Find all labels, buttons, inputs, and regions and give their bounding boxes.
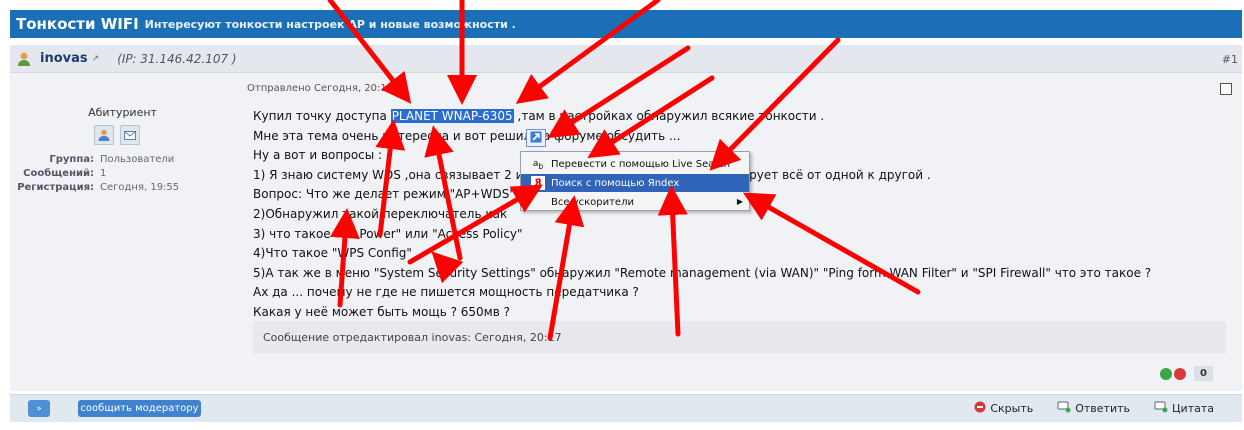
author-ip: (IP: 31.146.42.107 ) bbox=[117, 51, 237, 66]
select-post-checkbox[interactable] bbox=[1220, 83, 1232, 95]
post-date: Отправлено Сегодня, 20:1 bbox=[247, 83, 387, 94]
post-line: Мне эта тема очень интересна и вот решил… bbox=[253, 128, 681, 143]
stat-registration: Регистрация: Сегодня, 19:55 bbox=[17, 182, 180, 193]
accelerator-button[interactable] bbox=[526, 129, 546, 147]
profile-card-icon[interactable] bbox=[94, 125, 114, 145]
author-rank: Абитуриент bbox=[88, 106, 157, 119]
author-info: Абитуриент Группа: Пользователи Сообщени… bbox=[10, 73, 235, 391]
forum-header: Тонкости WIFI Интересуют тонкости настро… bbox=[10, 10, 1242, 38]
stat-group: Группа: Пользователи bbox=[49, 154, 175, 165]
post-line: Купил точку доступа PLANET WNAP-6305 ,та… bbox=[253, 109, 825, 123]
yandex-icon: Я bbox=[531, 176, 545, 190]
menu-item-translate[interactable]: ab Перевести с помощью Live Search bbox=[521, 155, 749, 173]
rating-count: 0 bbox=[1194, 366, 1213, 381]
forum-title: Тонкости WIFI bbox=[16, 15, 139, 33]
report-moderator-button[interactable]: сообщить модератору bbox=[78, 400, 201, 417]
author-name[interactable]: inovas bbox=[40, 51, 88, 66]
post-line: 4)Что такое "WPS Config" bbox=[253, 246, 412, 261]
translate-icon: ab bbox=[532, 159, 544, 171]
post-line: 3) что такое "TX Power" или "Access Poli… bbox=[253, 226, 523, 241]
context-menu: ab Перевести с помощью Live Search Я Пои… bbox=[520, 151, 750, 211]
post: Абитуриент Группа: Пользователи Сообщени… bbox=[10, 73, 1242, 391]
post-rating: 0 bbox=[1160, 366, 1213, 381]
edit-notice: Сообщение отредактировал inovas: Сегодня… bbox=[253, 321, 1226, 353]
user-icon bbox=[16, 51, 32, 67]
post-line: 5)А так же в меню "System Security Setti… bbox=[253, 265, 1152, 280]
menu-item-all-accelerators[interactable]: Все ускорители ▶ bbox=[521, 193, 749, 211]
submenu-arrow-icon: ▶ bbox=[736, 197, 743, 206]
post-number[interactable]: #1 bbox=[1222, 53, 1238, 66]
post-content: Отправлено Сегодня, 20:1 Купил точку дос… bbox=[235, 73, 1242, 391]
rate-down-icon[interactable] bbox=[1174, 367, 1186, 380]
scroll-up-button[interactable]: » bbox=[28, 400, 50, 417]
post-text: Купил точку доступа PLANET WNAP-6305 ,та… bbox=[253, 107, 1238, 323]
rate-up-icon[interactable] bbox=[1160, 367, 1172, 380]
reply-icon bbox=[1057, 401, 1071, 416]
profile-link-icon[interactable]: ↗ bbox=[92, 54, 100, 64]
post-actions-bar: » сообщить модератору Скрыть Ответить Ци… bbox=[10, 394, 1242, 422]
post-line: Какая у неё может быть мощь ? 650мв ? bbox=[253, 304, 510, 319]
quote-button[interactable]: Цитата bbox=[1154, 401, 1214, 416]
post-author-bar: inovas ↗ (IP: 31.146.42.107 ) #1 bbox=[10, 45, 1242, 73]
post-line: Ах да ... почему не где не пишется мощно… bbox=[253, 285, 639, 300]
hide-button[interactable]: Скрыть bbox=[974, 401, 1033, 416]
quote-icon bbox=[1154, 401, 1168, 416]
menu-item-yandex-search[interactable]: Я Поиск с помощью Яndex bbox=[521, 174, 749, 192]
forum-description: Интересуют тонкости настроек АР и новые … bbox=[144, 17, 516, 31]
private-message-icon[interactable] bbox=[120, 125, 140, 145]
reply-button[interactable]: Ответить bbox=[1057, 401, 1130, 416]
stat-posts: Сообщений: 1 bbox=[23, 168, 107, 179]
hide-icon bbox=[974, 401, 986, 416]
accelerator-icon bbox=[530, 131, 542, 146]
selected-text[interactable]: PLANET WNAP-6305 bbox=[390, 109, 514, 123]
